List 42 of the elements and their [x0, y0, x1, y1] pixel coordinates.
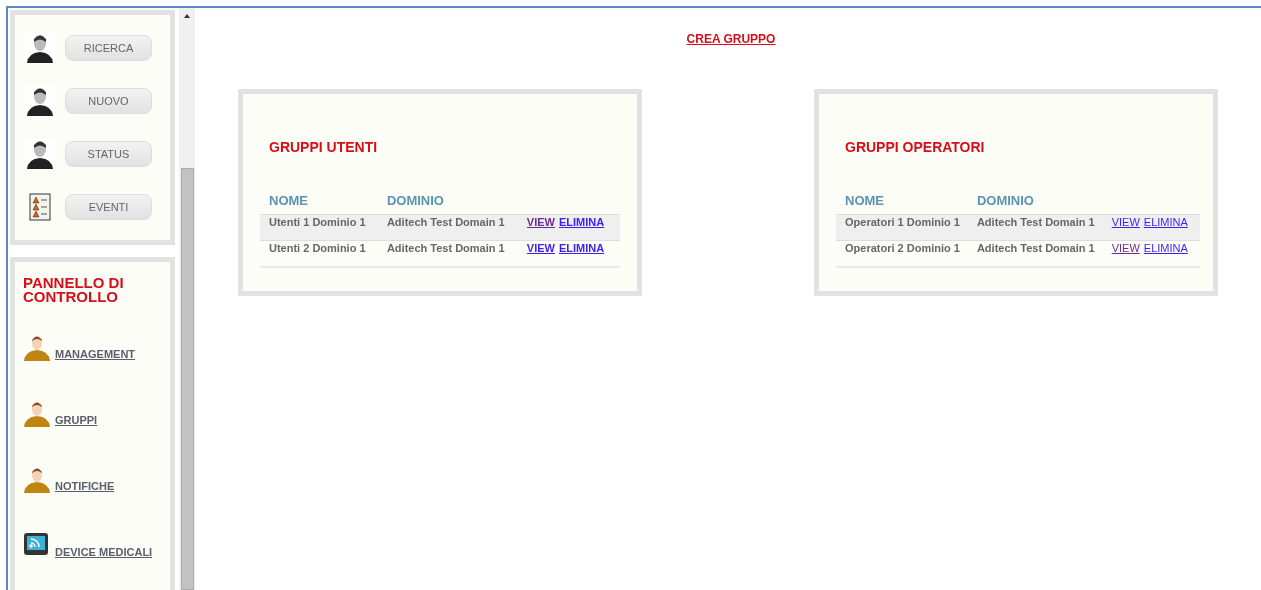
user-icon	[25, 139, 55, 169]
sidebar-button[interactable]: NUOVO	[65, 88, 152, 114]
card-title: GRUPPI UTENTI	[269, 139, 379, 155]
scrollbar[interactable]	[179, 8, 195, 590]
create-group-link[interactable]: CREA GRUPPO	[686, 32, 776, 46]
table-cell: Aditech Test Domain 1	[377, 240, 518, 267]
table-cell: Utenti 2 Dominio 1	[260, 240, 378, 267]
nav-link[interactable]: GRUPPI	[55, 414, 98, 426]
row-link[interactable]: VIEW	[526, 242, 555, 254]
table-cell: Aditech Test Domain 1	[967, 214, 1103, 241]
row-link[interactable]: VIEW	[526, 216, 555, 228]
table-cell: Operatori 2 Dominio 1	[836, 240, 968, 267]
nav-link[interactable]: NOTIFICHE	[55, 480, 115, 492]
nav-link[interactable]: MANAGEMENT	[55, 348, 136, 360]
nav-link[interactable]: DEVICE MEDICALI	[55, 546, 153, 558]
user-icon	[25, 33, 55, 63]
row-link[interactable]: VIEW	[1111, 216, 1140, 228]
column-header: DOMINIO	[967, 193, 1103, 215]
column-header: NOME	[260, 193, 378, 215]
row-link[interactable]: ELIMINA	[559, 242, 605, 254]
panel-title: PANNELLO DI CONTROLLO	[23, 276, 125, 304]
row-link[interactable]: ELIMINA	[1143, 216, 1188, 228]
sidebar-button[interactable]: EVENTI	[65, 194, 152, 220]
card-title: GRUPPI OPERATORI	[845, 139, 986, 155]
checklist-icon	[29, 193, 51, 221]
table-cell: Aditech Test Domain 1	[377, 214, 518, 241]
person-icon	[23, 400, 51, 428]
column-header: NOME	[836, 193, 968, 215]
sidebar-button[interactable]: STATUS	[65, 141, 152, 167]
user-icon	[25, 86, 55, 116]
scroll-up-icon[interactable]	[184, 14, 190, 18]
row-link[interactable]: ELIMINA	[559, 216, 605, 228]
table-cell: Utenti 1 Dominio 1	[260, 214, 378, 241]
sidebar-button[interactable]: RICERCA	[65, 35, 152, 61]
scrollbar-thumb[interactable]	[180, 168, 194, 590]
person-icon	[23, 334, 51, 362]
table-cell: Aditech Test Domain 1	[967, 240, 1103, 267]
table-cell: Operatori 1 Dominio 1	[836, 214, 968, 241]
column-header: DOMINIO	[377, 193, 518, 215]
person-icon	[23, 466, 51, 494]
row-link[interactable]: ELIMINA	[1143, 242, 1188, 254]
row-link[interactable]: VIEW	[1111, 242, 1140, 254]
